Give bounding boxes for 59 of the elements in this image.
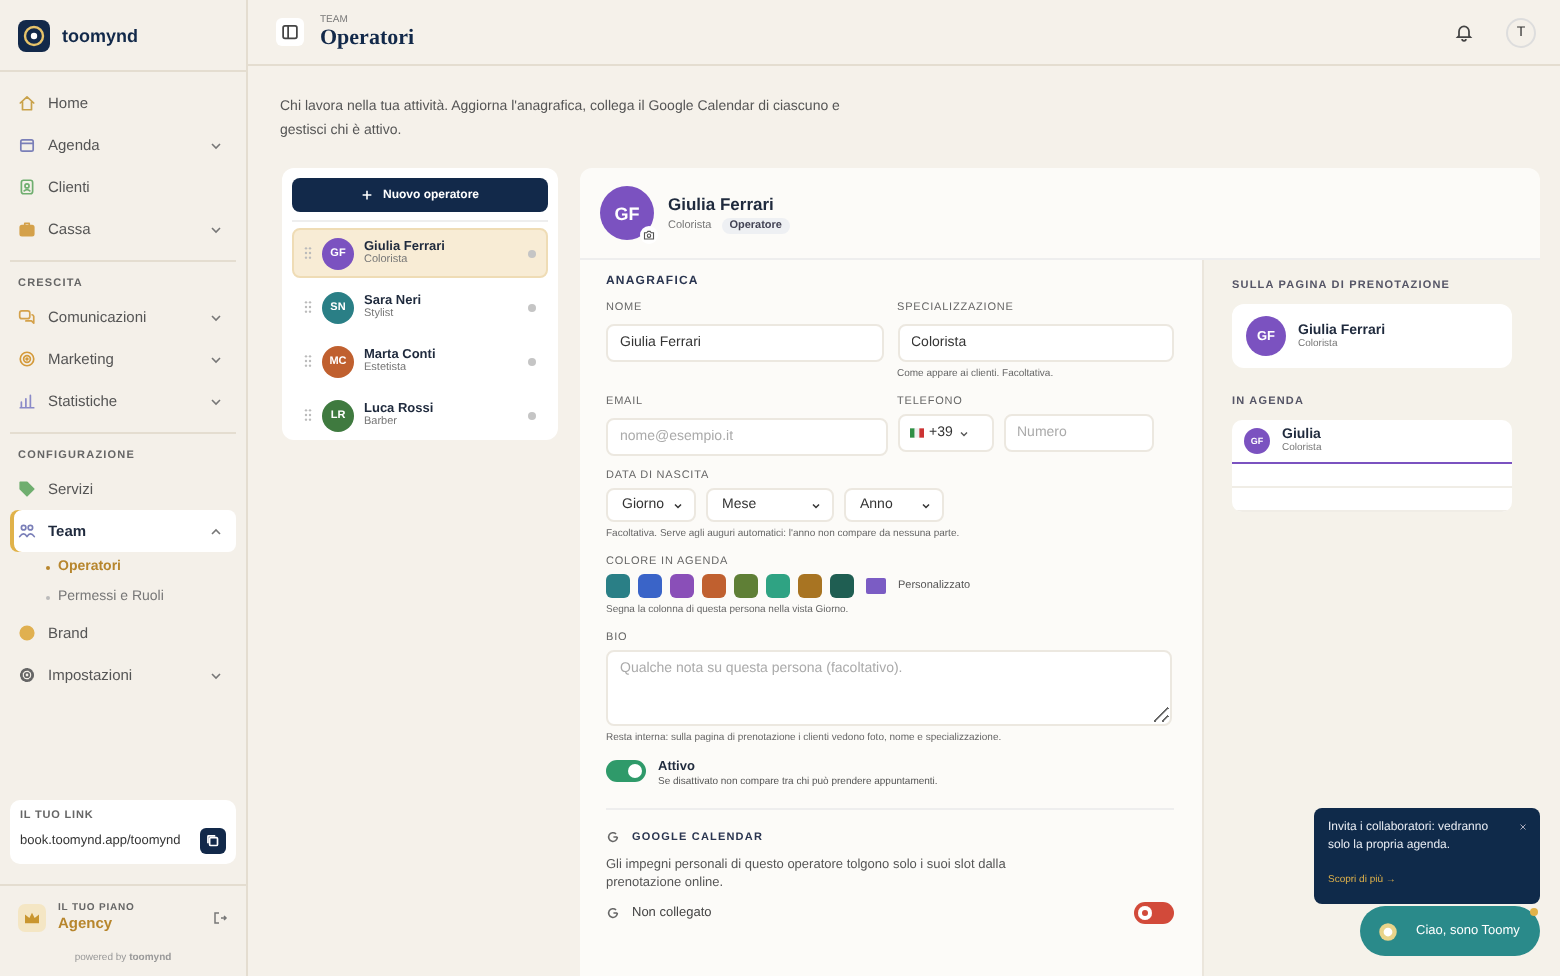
copy-button[interactable] [200, 828, 226, 854]
briefcase-icon [18, 220, 36, 238]
custom-color-swatch[interactable] [866, 578, 886, 594]
color-swatch[interactable] [638, 574, 662, 598]
assistant-logo-icon [1378, 921, 1398, 941]
plus-icon [360, 188, 375, 202]
chevron-icon [810, 499, 822, 511]
copy-icon [204, 832, 222, 850]
profile-name: Giulia Ferrari [668, 193, 776, 213]
sidebar-panel-icon [280, 22, 300, 42]
contact-card-icon [18, 178, 36, 196]
tag-icon [18, 480, 36, 498]
google-icon [606, 906, 620, 920]
color-swatch[interactable] [734, 574, 758, 598]
home-icon [18, 94, 36, 112]
color-swatch[interactable] [606, 574, 630, 598]
drag-handle-icon[interactable] [304, 300, 312, 314]
color-swatch[interactable] [766, 574, 790, 598]
color-swatch[interactable] [798, 574, 822, 598]
color-swatch[interactable] [670, 574, 694, 598]
chevron-icon [208, 221, 224, 237]
chat-bubbles-icon [18, 308, 36, 326]
drag-handle-icon[interactable] [304, 354, 312, 368]
google-calendar-toggle[interactable] [1134, 902, 1174, 924]
color-swatch[interactable] [830, 574, 854, 598]
brand-name: toomynd [62, 25, 138, 45]
active-toggle[interactable] [606, 760, 646, 782]
chevron-icon [208, 667, 224, 683]
close-icon[interactable] [1518, 822, 1528, 832]
drag-handle-icon[interactable] [304, 408, 312, 422]
chevron-icon [672, 499, 684, 511]
drag-handle-icon[interactable] [304, 246, 312, 260]
logout-icon[interactable] [212, 909, 228, 925]
chevron-icon [208, 309, 224, 325]
chevron-icon [920, 499, 932, 511]
settings-icon [18, 666, 36, 684]
status-dot [528, 411, 536, 419]
status-dot [528, 357, 536, 365]
brand-logo-icon [18, 19, 50, 51]
camera-icon[interactable] [640, 226, 658, 244]
sidebar-toggle-button[interactable] [276, 18, 304, 46]
color-swatch[interactable] [702, 574, 726, 598]
status-dot [528, 249, 536, 257]
chevron-icon [208, 523, 224, 539]
notifications-icon[interactable] [1454, 22, 1474, 42]
status-dot [528, 303, 536, 311]
chevron-icon [208, 393, 224, 409]
people-icon [18, 522, 36, 540]
page-title: Operatori [320, 26, 415, 50]
calendar-icon [18, 136, 36, 154]
flag-icon [909, 428, 923, 438]
bar-chart-icon [18, 392, 36, 410]
crown-icon [18, 903, 46, 931]
target-icon [18, 350, 36, 368]
chevron-icon [958, 427, 971, 439]
profile-avatar[interactable]: GF [600, 186, 654, 240]
google-icon [606, 830, 620, 844]
chevron-icon [208, 351, 224, 367]
chevron-icon [208, 137, 224, 153]
